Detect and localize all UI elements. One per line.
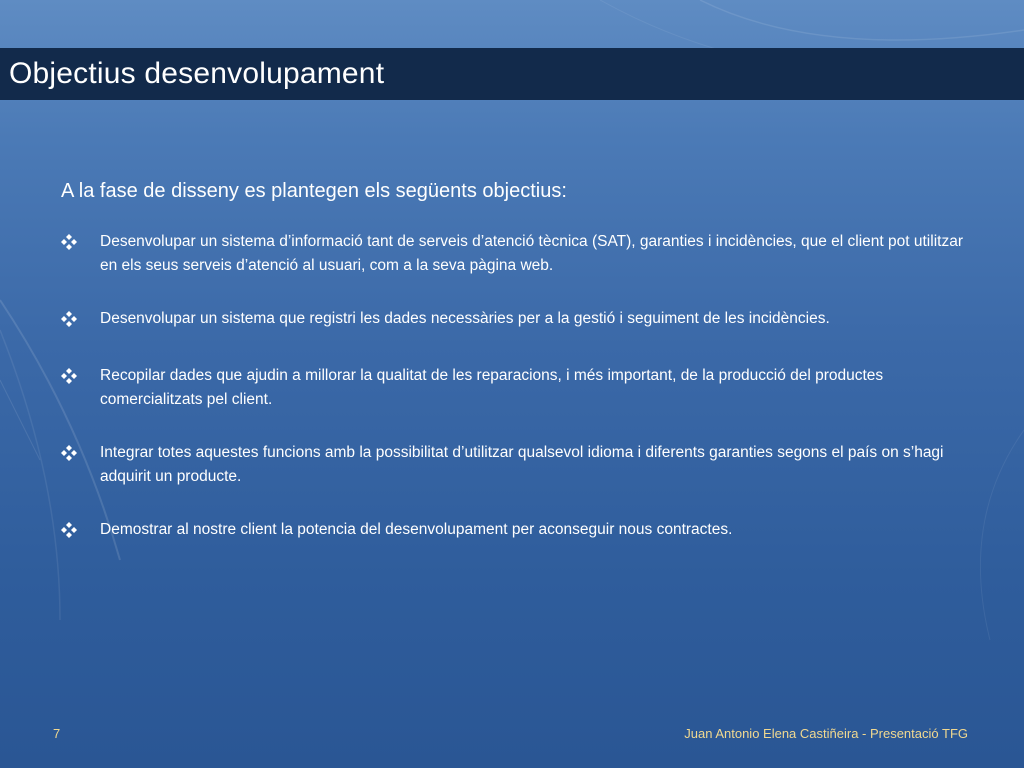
- list-item: Demostrar al nostre client la potencia d…: [61, 518, 966, 546]
- slide-content: A la fase de disseny es plantegen els se…: [61, 180, 966, 575]
- list-item-text: Recopilar dades que ajudin a millorar la…: [100, 367, 884, 408]
- list-item-text: Desenvolupar un sistema que registri les…: [100, 310, 830, 327]
- slide-title: Objectius desenvolupament: [9, 57, 385, 90]
- diamond-bullet-icon: [61, 364, 100, 392]
- diamond-bullet-icon: [61, 518, 100, 546]
- diamond-bullet-icon: [61, 307, 100, 335]
- list-item-text: Desenvolupar un sistema d’informació tan…: [100, 233, 963, 274]
- diamond-bullet-icon: [61, 441, 100, 469]
- slide-number: 7: [53, 726, 61, 741]
- footer-author: Juan Antonio Elena Castiñeira - Presenta…: [684, 726, 968, 741]
- list-item: Recopilar dades que ajudin a millorar la…: [61, 364, 966, 412]
- intro-text: A la fase de disseny es plantegen els se…: [61, 180, 567, 202]
- diamond-bullet-icon: [61, 230, 100, 258]
- list-item: Integrar totes aquestes funcions amb la …: [61, 441, 966, 489]
- title-bar: Objectius desenvolupament: [0, 48, 1024, 100]
- list-item: Desenvolupar un sistema d’informació tan…: [61, 230, 966, 278]
- list-item-text: Integrar totes aquestes funcions amb la …: [100, 444, 944, 485]
- list-item: Desenvolupar un sistema que registri les…: [61, 307, 966, 335]
- list-item-text: Demostrar al nostre client la potencia d…: [100, 521, 733, 538]
- objectives-list: Desenvolupar un sistema d’informació tan…: [61, 230, 966, 546]
